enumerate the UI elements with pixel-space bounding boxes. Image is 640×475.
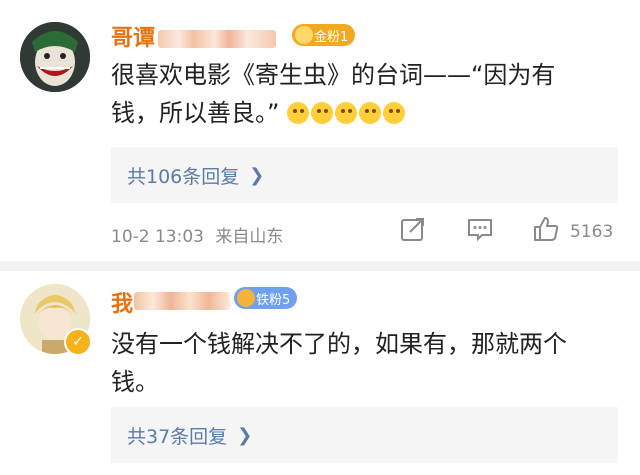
- thinking-emoji-icon: [335, 102, 358, 124]
- verified-badge-icon: ✓: [64, 328, 92, 356]
- view-replies-button[interactable]: 共106条回复 ❯: [111, 147, 618, 203]
- comment-text-line: 没有一个钱解决不了的，如果有，那就两个: [111, 330, 567, 358]
- username[interactable]: 哥谭: [111, 20, 155, 52]
- thinking-emoji-icon: [383, 102, 406, 124]
- comment-text: 没有一个钱解决不了的，如果有，那就两个 钱。: [111, 325, 616, 401]
- username[interactable]: 我: [111, 286, 133, 318]
- fan-badge-label: 金粉1: [314, 29, 349, 45]
- thinking-emoji-icon: [287, 102, 310, 124]
- view-replies-button[interactable]: 共37条回复 ❯: [111, 407, 618, 463]
- comment-text-line-2: 钱，所以善良。”: [111, 99, 280, 127]
- badge-icon: [295, 26, 313, 44]
- comment-date: 10-2 13:03: [111, 227, 204, 247]
- crown-icon: [237, 289, 255, 307]
- fan-badge[interactable]: 铁粉5: [234, 287, 298, 309]
- comment-text-line: 钱，所以善良。”: [111, 94, 616, 132]
- comment-text-line: 钱。: [111, 368, 159, 396]
- avatar[interactable]: [20, 22, 90, 92]
- comment-text-line: 很喜欢电影《寄生虫》的台词——“因为有: [111, 61, 556, 89]
- chevron-right-icon: ❯: [237, 424, 253, 446]
- redacted-username: [158, 30, 276, 48]
- comment-item: ✓ 我 铁粉5 没有一个钱解决不了的，如果有，那就两个 钱。 共37条回复 ❯: [0, 262, 640, 475]
- replies-label: 共37条回复: [127, 425, 228, 448]
- fan-badge-label: 铁粉5: [256, 292, 291, 308]
- like-count: 5163: [570, 222, 614, 242]
- comment-meta: 10-2 13:03 来自山东: [111, 222, 283, 247]
- redacted-username: [134, 292, 230, 310]
- comment-source: 来自山东: [215, 227, 284, 247]
- comment-icon[interactable]: [466, 215, 494, 243]
- fan-badge[interactable]: 金粉1: [292, 24, 356, 46]
- replies-label: 共106条回复: [127, 165, 240, 188]
- thumbs-up-icon[interactable]: [532, 215, 560, 243]
- share-icon[interactable]: [399, 215, 427, 243]
- comment-text: 很喜欢电影《寄生虫》的台词——“因为有 钱，所以善良。”: [111, 56, 616, 132]
- chevron-right-icon: ❯: [249, 164, 265, 186]
- thinking-emoji-icon: [359, 102, 382, 124]
- comment-item: 哥谭 金粉1 很喜欢电影《寄生虫》的台词——“因为有 钱，所以善良。” 共106…: [0, 0, 640, 262]
- thinking-emoji-icon: [311, 102, 334, 124]
